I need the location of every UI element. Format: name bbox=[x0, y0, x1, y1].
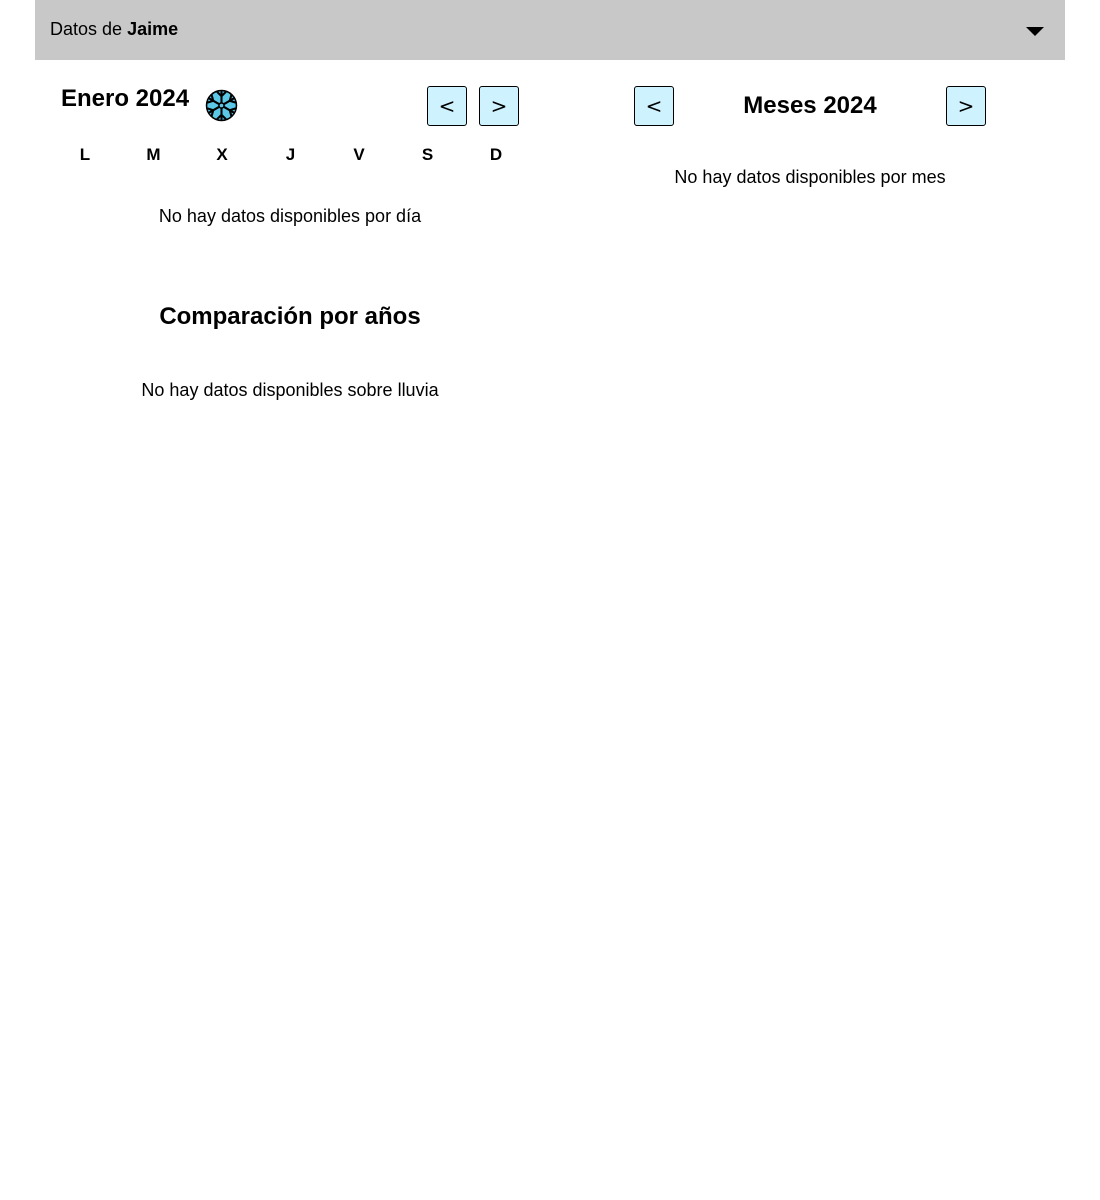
weekday-label: V bbox=[353, 145, 365, 164]
caret-down-icon[interactable] bbox=[1023, 23, 1047, 39]
header-title: Datos de Jaime bbox=[50, 19, 178, 40]
calendar-month-title: Enero 2024 bbox=[61, 85, 190, 112]
weekday-label: S bbox=[421, 145, 434, 164]
calendar-next-month-button[interactable]: > bbox=[479, 86, 519, 126]
header-prefix: Datos de bbox=[50, 19, 123, 39]
user-header-bar[interactable]: Datos de Jaime bbox=[35, 0, 1065, 60]
weekday-label: J bbox=[285, 145, 296, 164]
weekday-label: X bbox=[216, 145, 228, 164]
weekday-label: L bbox=[79, 145, 91, 164]
months-prev-year-button[interactable]: < bbox=[634, 86, 674, 126]
monthly-empty-message: No hay datos disponibles por mes bbox=[674, 167, 946, 187]
daily-empty-message: No hay datos disponibles por día bbox=[158, 206, 422, 226]
snowflake-icon bbox=[205, 89, 238, 122]
weekday-label: M bbox=[146, 145, 161, 164]
months-title: Meses 2024 bbox=[743, 92, 877, 119]
yearly-comparison-title: Comparación por años bbox=[159, 303, 421, 330]
months-next-year-button[interactable]: > bbox=[946, 86, 986, 126]
weekday-label: D bbox=[489, 145, 503, 164]
yearly-empty-message: No hay datos disponibles sobre lluvia bbox=[141, 380, 439, 400]
calendar-prev-month-button[interactable]: < bbox=[427, 86, 467, 126]
header-user-name: Jaime bbox=[127, 19, 179, 39]
